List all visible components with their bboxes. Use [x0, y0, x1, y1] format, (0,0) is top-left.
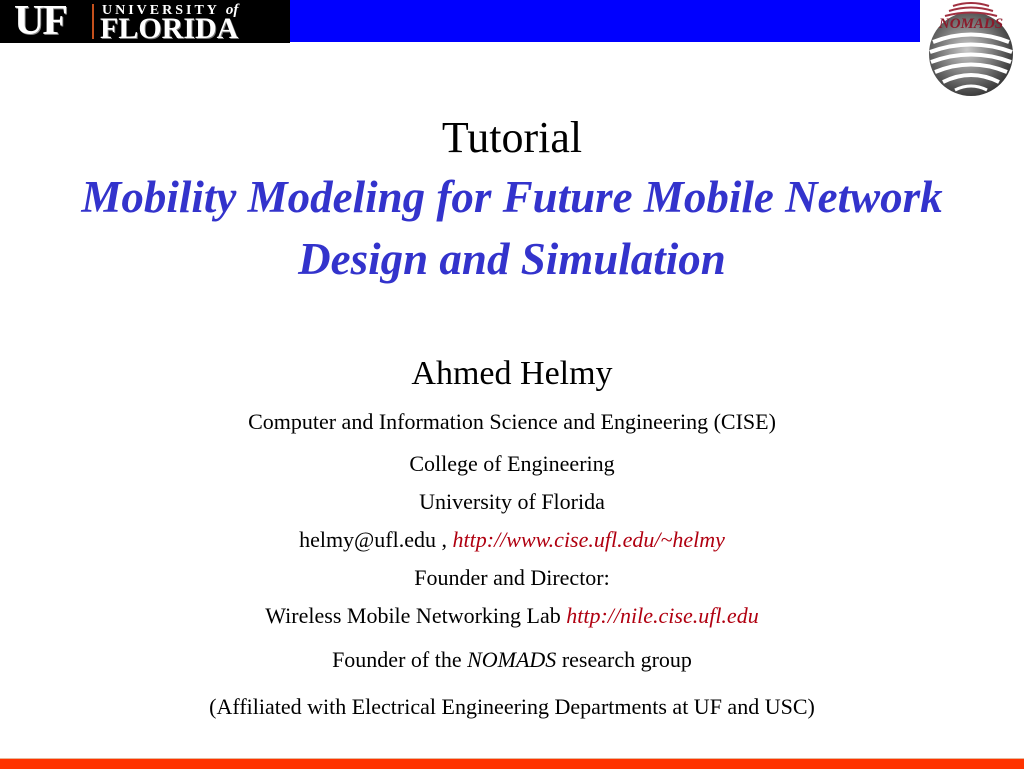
- department-line: Computer and Information Science and Eng…: [248, 409, 776, 434]
- university-of-florida-logo: UF UNIVERSITY of FLORIDA: [0, 0, 290, 43]
- nomads-group-name: NOMADS: [467, 647, 557, 672]
- slide-subtitle-line-1: Mobility Modeling for Future Mobile Netw…: [81, 172, 943, 222]
- role-line: Founder and Director:: [414, 565, 610, 590]
- contact-separator: ,: [436, 527, 453, 552]
- nomads-logo-text: NOMADS: [938, 16, 1003, 32]
- header-blue-band: [290, 0, 920, 42]
- title-block: Tutorial Mobility Modeling for Future Mo…: [0, 110, 1024, 290]
- lab-name: Wireless Mobile Networking Lab: [265, 603, 567, 628]
- lab-line: Wireless Mobile Networking Lab http://ni…: [0, 602, 1024, 630]
- uf-logo-mark: UF: [14, 0, 68, 43]
- college-line: College of Engineering: [409, 451, 615, 476]
- homepage-link[interactable]: http://www.cise.ufl.edu/~helmy: [453, 527, 725, 552]
- uf-logo-florida-text: FLORIDA: [100, 12, 239, 44]
- nomads-logo: NOMADS: [925, 2, 1017, 98]
- founder-line: Founder of the NOMADS research group: [0, 646, 1024, 674]
- email-link[interactable]: helmy@ufl.edu: [299, 527, 436, 552]
- lab-url-link[interactable]: http://nile.cise.ufl.edu: [566, 603, 758, 628]
- university-line: University of Florida: [419, 489, 605, 514]
- slide-subtitle-line-2: Design and Simulation: [298, 234, 726, 284]
- author-name: Ahmed Helmy: [411, 355, 613, 392]
- slide-title: Tutorial: [441, 113, 583, 162]
- footer-orange-band: [0, 758, 1024, 769]
- founder-prefix: Founder of the: [332, 647, 468, 672]
- founder-suffix: research group: [556, 647, 692, 672]
- affiliation-line: (Affiliated with Electrical Engineering …: [209, 694, 815, 719]
- nomads-globe-icon: NOMADS: [929, 2, 1013, 96]
- uf-logo-divider: [92, 4, 94, 39]
- contact-line: helmy@ufl.edu , http://www.cise.ufl.edu/…: [0, 526, 1024, 554]
